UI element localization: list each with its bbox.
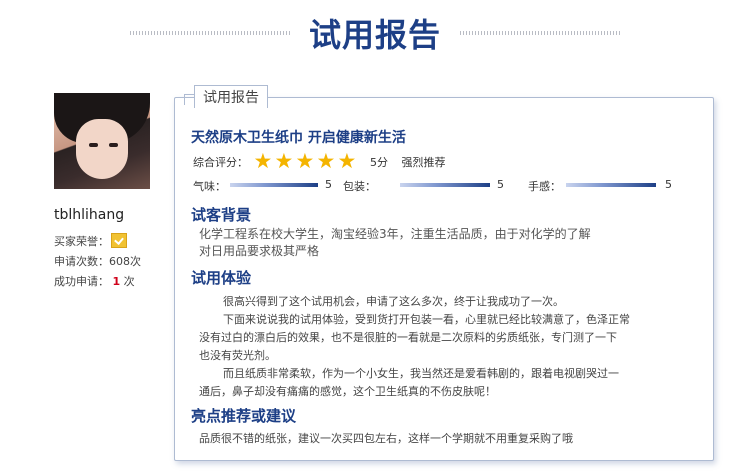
apply-count-row: 申请次数：608次 xyxy=(54,253,164,268)
metric-smell-bar xyxy=(230,183,318,187)
section-heading-recommend: 亮点推荐或建议 xyxy=(191,407,297,425)
rating-score: 5分 xyxy=(370,155,388,169)
metric-smell-value: 5 xyxy=(325,178,332,191)
metric-feel-value: 5 xyxy=(665,178,672,191)
apply-count-label: 申请次数： xyxy=(54,255,109,268)
experience-text: 很高兴得到了这个试用机会，申请了这么多次，终于让我成功了一次。 下面来说说我的试… xyxy=(199,293,679,401)
metric-packaging-value: 5 xyxy=(497,178,504,191)
rating-label: 综合评分： xyxy=(193,155,248,169)
honor-badge-icon xyxy=(111,233,127,248)
section-heading-background: 试客背景 xyxy=(191,206,252,224)
apply-count-value: 608次 xyxy=(109,255,141,268)
experience-line: 而且纸质非常柔软，作为一个小女生，我当然还是爱看韩剧的，跟着电视剧哭过一 xyxy=(223,367,619,380)
background-text: 化学工程系在校大学生，淘宝经验3年，注重生活品质，由于对化学的了解 对日用品要求… xyxy=(199,226,591,260)
success-count-value: 1 xyxy=(112,275,121,288)
rating-stars: ★ ★ ★ ★ ★ xyxy=(254,151,359,172)
experience-line: 下面来说说我的试用体验，受到货打开包装一看，心里就已经比较满意了，色泽正常 xyxy=(223,313,630,326)
metric-smell-label: 气味： xyxy=(193,180,226,193)
avatar[interactable] xyxy=(54,93,150,189)
success-count-unit: 次 xyxy=(123,275,135,288)
user-profile: tblhlihang 买家荣誉： 申请次数：608次 成功申请： 1 次 xyxy=(54,93,164,288)
metric-packaging-bar xyxy=(400,183,490,187)
header-divider-right xyxy=(460,31,620,35)
star-icon: ★ xyxy=(253,149,273,173)
overall-rating: 综合评分： ★ ★ ★ ★ ★ 5分 强烈推荐 xyxy=(193,151,446,172)
metric-feel-bar xyxy=(566,183,656,187)
buyer-honor-row: 买家荣誉： xyxy=(54,233,164,248)
user-name[interactable]: tblhlihang xyxy=(54,207,164,223)
star-icon: ★ xyxy=(316,149,336,173)
page-title: 试用报告 xyxy=(308,16,441,54)
star-icon: ★ xyxy=(295,149,315,173)
experience-line: 很高兴得到了这个试用机会，申请了这么多次，终于让我成功了一次。 xyxy=(223,295,564,308)
experience-line: 通后，鼻子却没有痛痛的感觉，这个卫生纸真的不伤皮肤呢！ xyxy=(199,385,496,398)
metric-packaging-label: 包装： xyxy=(343,180,376,193)
success-count-row: 成功申请： 1 次 xyxy=(54,273,164,288)
experience-line: 没有过白的漂白后的效果，也不是很脏的一看就是二次原料的劣质纸张，专门测了一下 xyxy=(199,331,617,344)
product-title[interactable]: 天然原木卫生纸巾 开启健康新生活 xyxy=(191,127,406,147)
background-line: 化学工程系在校大学生，淘宝经验3年，注重生活品质，由于对化学的了解 xyxy=(199,227,591,241)
success-count-label: 成功申请： xyxy=(54,275,109,288)
section-heading-experience: 试用体验 xyxy=(191,269,252,287)
recommend-text: 品质很不错的纸张，建议一次买四包左右，这样一个学期就不用重复采购了哦 xyxy=(199,432,573,445)
star-icon: ★ xyxy=(274,149,294,173)
experience-line: 也没有荧光剂。 xyxy=(199,349,276,362)
buyer-honor-label: 买家荣誉： xyxy=(54,235,109,248)
rating-verdict: 强烈推荐 xyxy=(401,155,446,169)
star-icon: ★ xyxy=(337,149,357,173)
metric-feel-label: 手感： xyxy=(528,180,561,193)
background-line: 对日用品要求极其严格 xyxy=(199,244,320,258)
page-header: 试用报告 xyxy=(0,0,750,62)
tab-trial-report[interactable]: 试用报告 xyxy=(184,85,268,108)
